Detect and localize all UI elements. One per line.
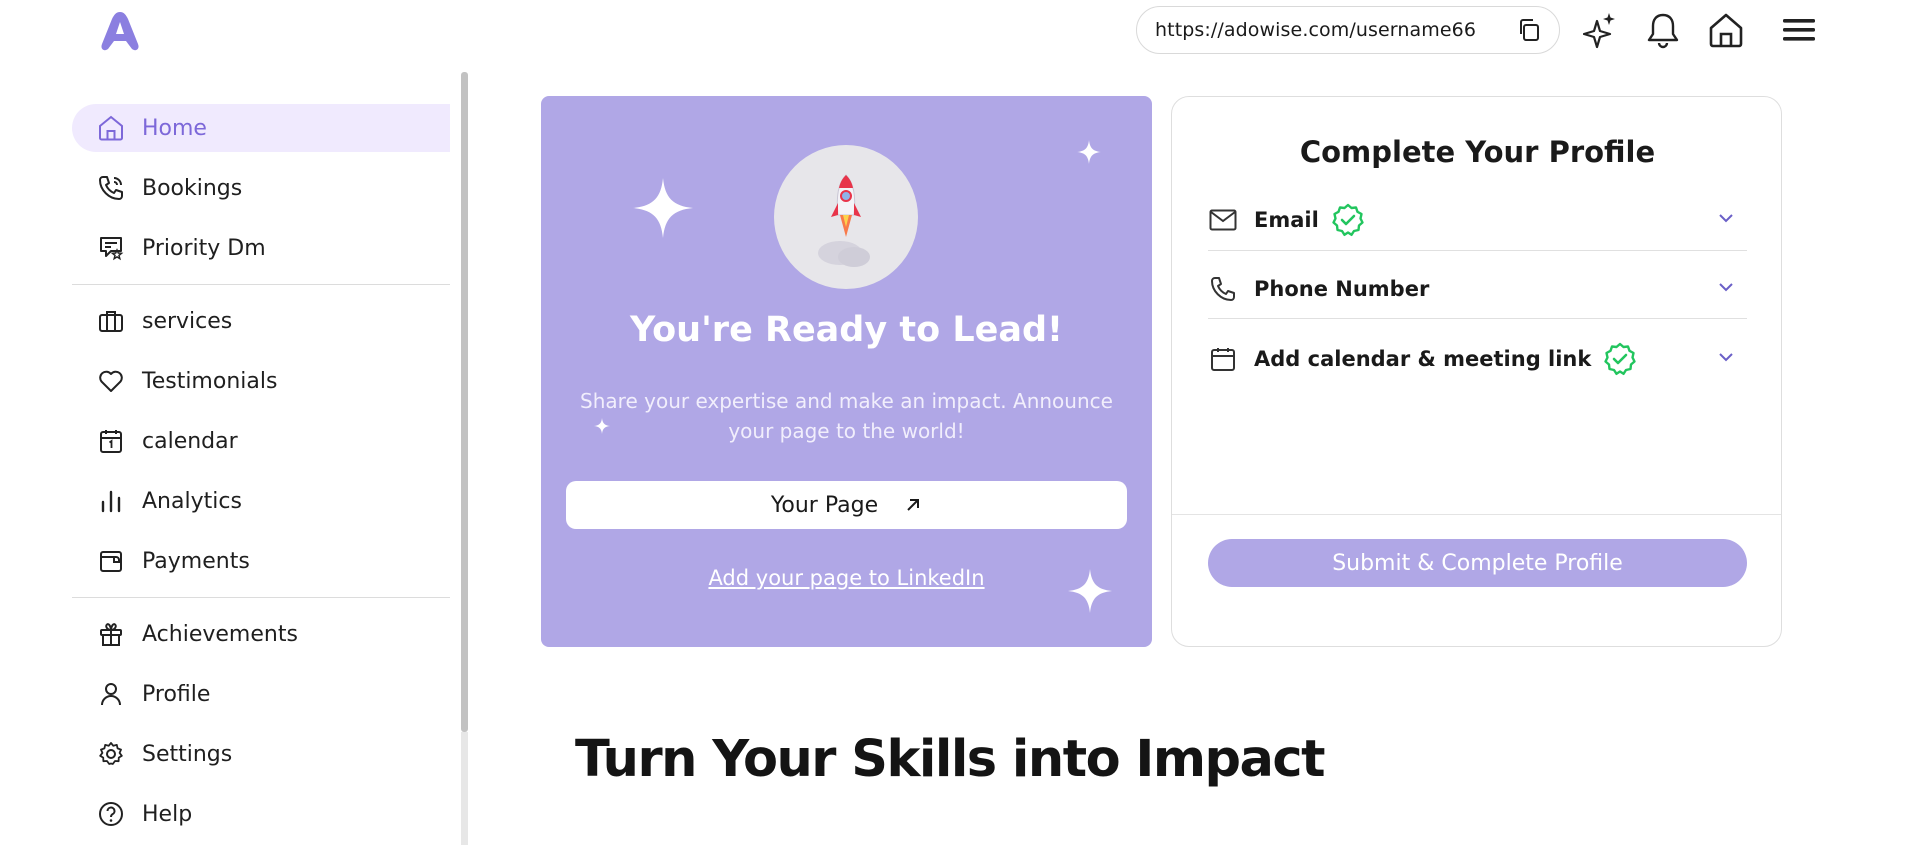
message-star-icon bbox=[96, 233, 126, 263]
sidebar-item-label: Profile bbox=[142, 681, 211, 707]
calendar-icon bbox=[1208, 344, 1238, 374]
ready-to-lead-card: You're Ready to Lead! Share your experti… bbox=[541, 96, 1152, 647]
gear-icon bbox=[96, 739, 126, 769]
profile-row-divider bbox=[1208, 318, 1747, 319]
adowise-logo[interactable] bbox=[96, 8, 144, 54]
bell-icon[interactable] bbox=[1643, 10, 1683, 50]
sidebar-item-label: calendar bbox=[142, 428, 238, 454]
complete-profile-card: Complete Your Profile Email Phone Number… bbox=[1171, 96, 1782, 647]
profile-row-divider bbox=[1208, 250, 1747, 251]
bar-chart-icon bbox=[96, 486, 126, 516]
chevron-down-icon[interactable] bbox=[1715, 346, 1737, 368]
hero-subtitle: Share your expertise and make an impact.… bbox=[580, 389, 1113, 443]
mail-icon bbox=[1208, 205, 1238, 235]
home-icon bbox=[96, 113, 126, 143]
sidebar-item-home[interactable]: Home bbox=[72, 104, 450, 152]
help-icon bbox=[96, 799, 126, 829]
phone-icon bbox=[1208, 274, 1238, 304]
gift-icon bbox=[96, 619, 126, 649]
rocket-icon bbox=[818, 174, 870, 267]
profile-url-text: https://adowise.com/username66 bbox=[1155, 19, 1477, 41]
profile-card-title: Complete Your Profile bbox=[1299, 135, 1656, 169]
sidebar-item-calendar[interactable]: calendar bbox=[72, 417, 450, 465]
phone-icon bbox=[96, 173, 126, 203]
sidebar-item-priority-dm[interactable]: Priority Dm bbox=[72, 224, 450, 272]
sidebar-item-label: Priority Dm bbox=[142, 235, 266, 261]
nav-divider bbox=[72, 597, 450, 598]
sidebar-item-services[interactable]: services bbox=[72, 297, 450, 345]
sidebar-item-analytics[interactable]: Analytics bbox=[72, 477, 450, 525]
sparkle-decoration-icon bbox=[1077, 140, 1101, 164]
sidebar-item-bookings[interactable]: Bookings bbox=[72, 164, 450, 212]
hero-title: You're Ready to Lead! bbox=[630, 310, 1063, 350]
user-icon bbox=[96, 679, 126, 709]
sidebar-item-label: Testimonials bbox=[142, 368, 278, 394]
sidebar-scrollbar-thumb[interactable] bbox=[461, 72, 468, 732]
sidebar-item-payments[interactable]: Payments bbox=[72, 537, 450, 585]
sparkle-icon[interactable] bbox=[1580, 10, 1620, 50]
sidebar-item-label: Achievements bbox=[142, 621, 298, 647]
profile-url-pill[interactable]: https://adowise.com/username66 bbox=[1136, 6, 1560, 54]
sidebar-item-achievements[interactable]: Achievements bbox=[72, 610, 450, 658]
profile-row-label: Add calendar & meeting link bbox=[1254, 346, 1592, 371]
home-icon[interactable] bbox=[1706, 10, 1746, 50]
profile-row-calendar[interactable]: Add calendar & meeting link bbox=[1208, 324, 1747, 393]
card-footer-divider bbox=[1172, 514, 1781, 515]
sidebar-nav: Home Bookings Priority Dm services Testi… bbox=[72, 104, 450, 845]
sidebar-item-help[interactable]: Help bbox=[72, 790, 450, 838]
sidebar-item-label: Bookings bbox=[142, 175, 243, 201]
your-page-label: Your Page bbox=[770, 492, 879, 518]
sidebar-item-label: Settings bbox=[142, 741, 233, 767]
sparkle-decoration-icon bbox=[633, 178, 693, 238]
menu-icon[interactable] bbox=[1779, 10, 1819, 50]
sidebar-item-label: services bbox=[142, 308, 233, 334]
sidebar-item-settings[interactable]: Settings bbox=[72, 730, 450, 778]
top-bar: https://adowise.com/username66 bbox=[0, 0, 1919, 62]
nav-divider bbox=[72, 284, 450, 285]
section-heading: Turn Your Skills into Impact bbox=[575, 730, 1326, 789]
sidebar-item-label: Payments bbox=[142, 548, 250, 574]
add-to-linkedin-link[interactable]: Add your page to LinkedIn bbox=[541, 566, 1152, 590]
verified-check-icon bbox=[1604, 342, 1637, 375]
sidebar-item-profile[interactable]: Profile bbox=[72, 670, 450, 718]
wallet-icon bbox=[96, 546, 126, 576]
briefcase-icon bbox=[96, 306, 126, 336]
sidebar-item-testimonials[interactable]: Testimonials bbox=[72, 357, 450, 405]
external-link-arrow-icon bbox=[907, 499, 920, 511]
sidebar-item-label: Help bbox=[142, 801, 193, 827]
submit-complete-profile-button[interactable]: Submit & Complete Profile bbox=[1208, 539, 1747, 587]
sidebar-item-label: Home bbox=[142, 115, 207, 141]
submit-button-label: Submit & Complete Profile bbox=[1332, 550, 1623, 576]
chevron-down-icon[interactable] bbox=[1715, 276, 1737, 298]
copy-icon[interactable] bbox=[1515, 16, 1543, 44]
profile-row-label: Email bbox=[1254, 207, 1319, 232]
sidebar-scrollbar-track[interactable] bbox=[461, 732, 468, 845]
profile-row-label: Phone Number bbox=[1254, 276, 1430, 301]
rocket-illustration bbox=[774, 145, 918, 289]
sidebar-item-label: Analytics bbox=[142, 488, 242, 514]
profile-row-phone[interactable]: Phone Number bbox=[1208, 254, 1747, 323]
chevron-down-icon[interactable] bbox=[1715, 207, 1737, 229]
your-page-button[interactable]: Your Page bbox=[566, 481, 1127, 529]
profile-row-email[interactable]: Email bbox=[1208, 185, 1747, 254]
verified-check-icon bbox=[1332, 203, 1364, 236]
calendar-icon bbox=[96, 426, 126, 456]
heart-icon bbox=[96, 366, 126, 396]
